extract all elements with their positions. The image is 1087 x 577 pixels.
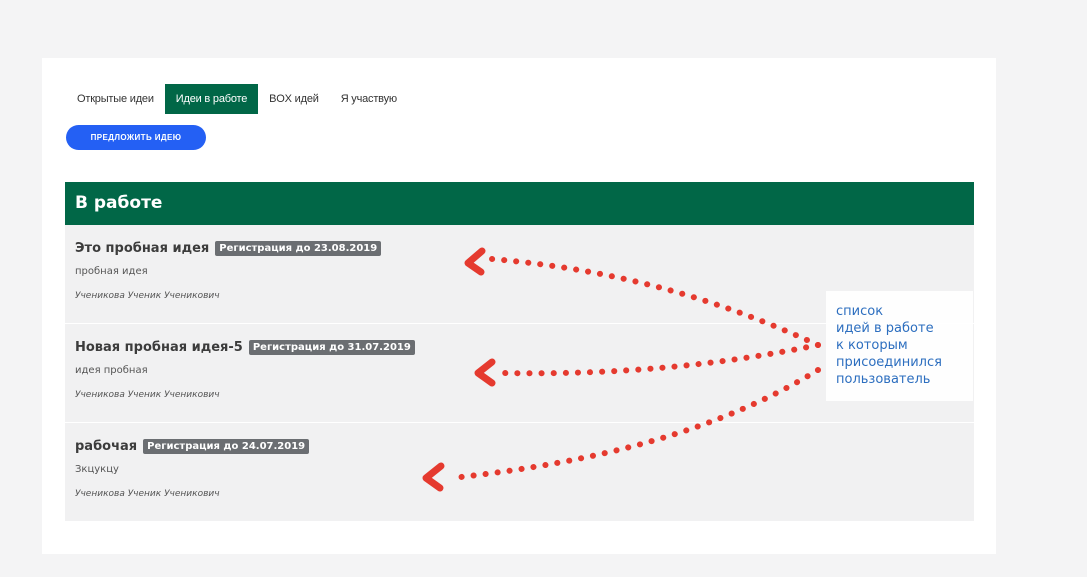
idea-title-row: Это пробная идея Регистрация до 23.08.20… [75, 239, 974, 257]
registration-badge: Регистрация до 31.07.2019 [248, 339, 415, 355]
annotation-line: пользователь [836, 372, 931, 387]
panel-title: В работе [65, 182, 974, 225]
tab-box-ideas[interactable]: BOX идей [258, 84, 330, 114]
annotation-line: идей в работе [836, 321, 934, 336]
idea-tabs: Открытые идеи Идеи в работе BOX идей Я у… [66, 84, 408, 114]
idea-title-row: рабочая Регистрация до 24.07.2019 [75, 437, 974, 455]
tab-ideas-in-work[interactable]: Идеи в работе [164, 84, 259, 114]
idea-title[interactable]: Это пробная идея [75, 241, 209, 256]
registration-badge: Регистрация до 23.08.2019 [215, 240, 382, 256]
annotation-line: к которым [836, 338, 908, 353]
idea-description: Зкцукцу [75, 464, 119, 475]
idea-author: Ученикова Ученик Ученикович [75, 489, 220, 499]
tab-i-participate[interactable]: Я участвую [330, 84, 408, 114]
idea-title[interactable]: Новая пробная идея-5 [75, 340, 243, 355]
annotation-line: присоединился [836, 355, 942, 370]
idea-row[interactable]: рабочая Регистрация до 24.07.2019 Зкцукц… [65, 423, 974, 522]
idea-description: пробная идея [75, 266, 148, 277]
tab-open-ideas[interactable]: Открытые идеи [66, 84, 165, 114]
idea-title[interactable]: рабочая [75, 439, 137, 454]
propose-idea-button[interactable]: Предложить идею [66, 125, 206, 150]
annotation-note: список идей в работе к которым присоедин… [826, 291, 973, 401]
registration-badge: Регистрация до 24.07.2019 [143, 438, 310, 454]
annotation-line: список [836, 304, 884, 319]
